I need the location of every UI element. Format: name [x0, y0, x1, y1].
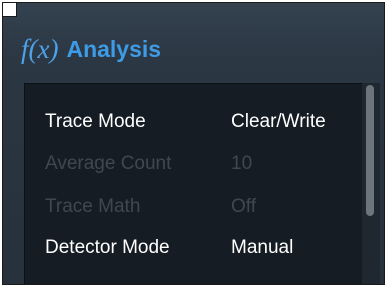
menu-item-value: 10 [231, 153, 253, 174]
menu-item-label: Trace Math [45, 196, 141, 217]
menu-item-value: Clear/Write [231, 111, 326, 132]
menu-item-value: Off [231, 196, 256, 217]
menu-item-average-count: Average Count 10 [45, 150, 252, 178]
window-corner [3, 3, 17, 17]
scrollbar-thumb[interactable] [366, 85, 374, 216]
analysis-dialog: f(x) Analysis Trace Mode Clear/Write Ave… [2, 2, 385, 285]
menu-item-label: Trace Mode [45, 111, 146, 132]
dialog-header: f(x) Analysis [21, 29, 161, 69]
settings-list: Trace Mode Clear/Write Average Count 10 … [24, 83, 369, 284]
menu-item-label: Average Count [45, 153, 172, 174]
dialog-title: Analysis [66, 35, 162, 62]
menu-item-label: Detector Mode [45, 237, 170, 258]
menu-item-trace-math: Trace Math Off [45, 193, 256, 221]
menu-item-value: Manual [231, 237, 294, 258]
function-icon: f(x) [21, 33, 59, 64]
menu-item-detector-mode[interactable]: Detector Mode Manual [45, 234, 293, 262]
menu-item-trace-mode[interactable]: Trace Mode Clear/Write [45, 108, 326, 136]
